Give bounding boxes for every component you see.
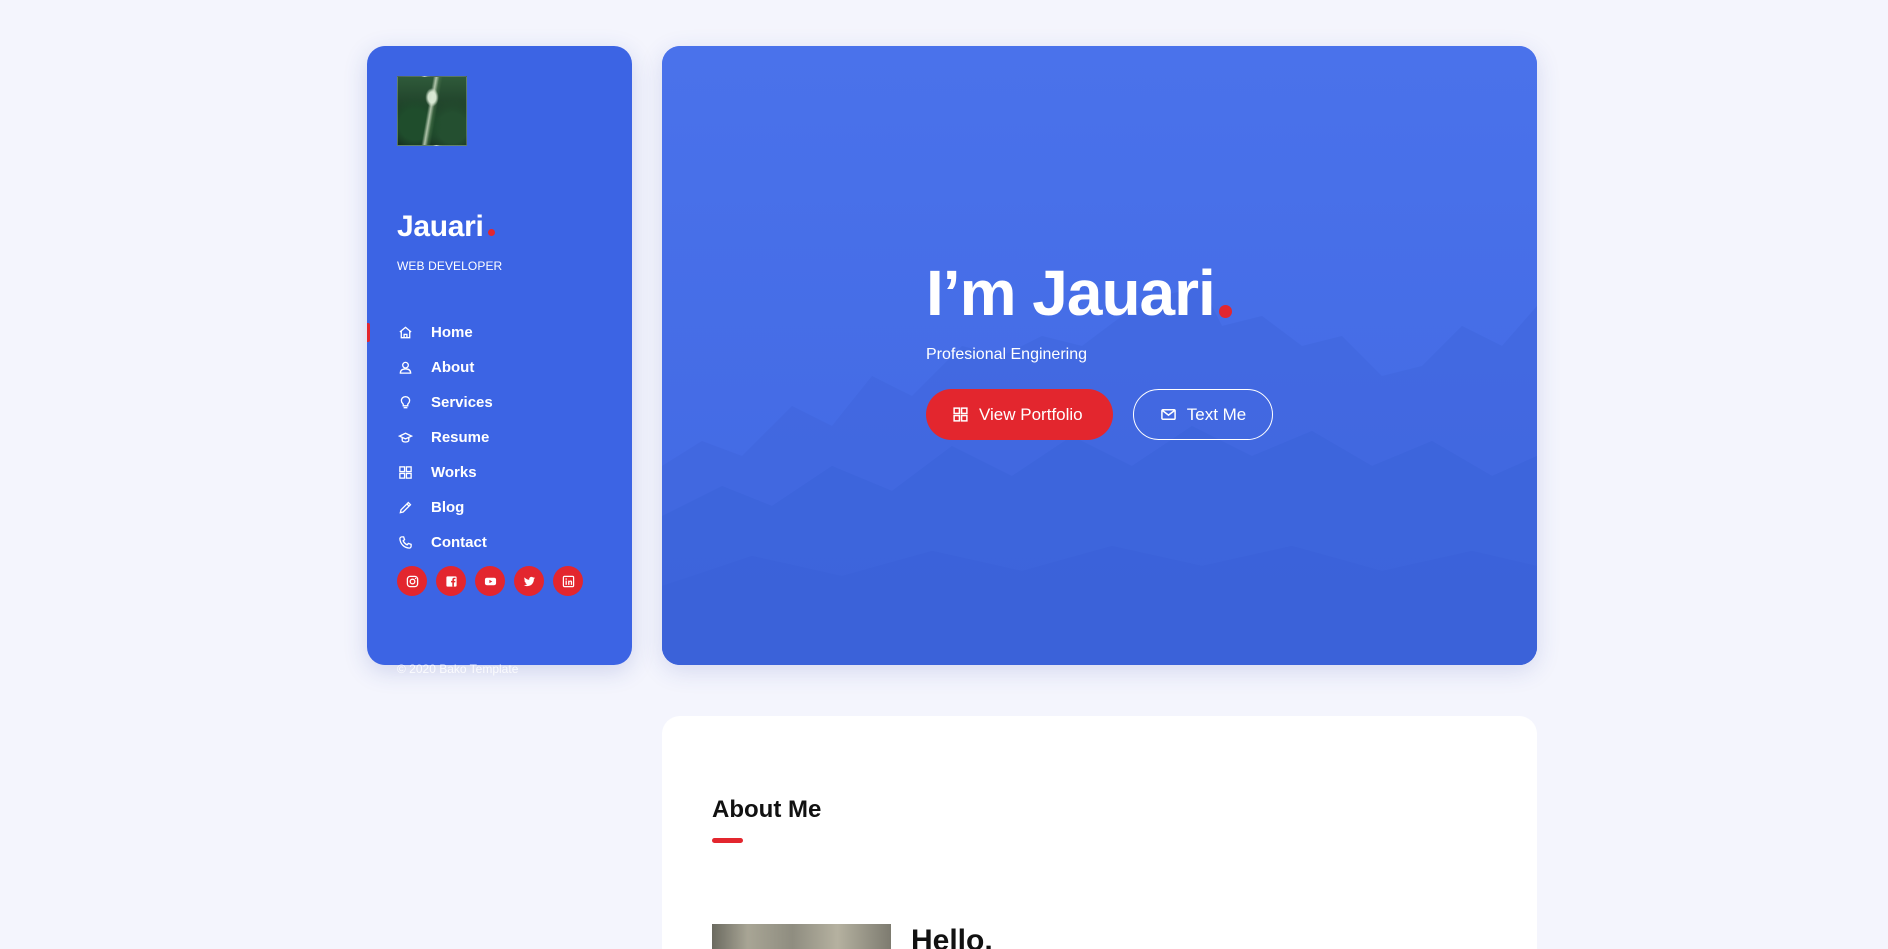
grid-icon	[397, 465, 413, 481]
lightbulb-icon	[397, 395, 413, 411]
sidebar-item-label: Services	[431, 394, 493, 411]
brand-logo[interactable]: Jauari	[397, 212, 495, 242]
social-links	[397, 566, 583, 596]
copyright-text: © 2020 Bako Template	[397, 662, 519, 676]
sidebar-nav: Home About Services Resume Works Blog Co…	[367, 315, 632, 560]
about-photo	[712, 924, 891, 949]
sidebar-item-blog[interactable]: Blog	[367, 490, 632, 525]
sidebar-item-label: Home	[431, 324, 473, 341]
hero-content: I’m Jauari Profesional Enginering View P…	[926, 261, 1273, 440]
text-me-label: Text Me	[1186, 404, 1247, 424]
brand-role: WEB DEVELOPER	[397, 259, 503, 273]
text-me-button[interactable]: Text Me	[1133, 389, 1273, 440]
instagram-icon	[406, 575, 418, 587]
linkedin-link[interactable]	[553, 566, 583, 596]
brand-dot	[487, 229, 495, 236]
about-title: About Me	[712, 796, 822, 823]
sidebar-item-contact[interactable]: Contact	[367, 525, 632, 560]
hero-title: I’m Jauari	[926, 261, 1273, 325]
twitter-icon	[523, 576, 535, 586]
graduation-cap-icon	[397, 430, 413, 446]
sidebar-item-label: Works	[431, 464, 477, 481]
youtube-link[interactable]	[475, 566, 505, 596]
sidebar-item-services[interactable]: Services	[367, 385, 632, 420]
sidebar-item-label: About	[431, 359, 475, 376]
hero-subtitle: Profesional Enginering	[926, 346, 1087, 363]
sidebar-item-label: Blog	[431, 499, 465, 516]
sidebar-item-label: Contact	[431, 534, 487, 551]
hero-section: I’m Jauari Profesional Enginering View P…	[662, 46, 1537, 665]
home-icon	[397, 325, 413, 341]
linkedin-icon	[562, 575, 574, 587]
sidebar-item-works[interactable]: Works	[367, 455, 632, 490]
youtube-icon	[484, 577, 496, 585]
hero-buttons: View Portfolio Text Me	[926, 389, 1273, 440]
about-title-underline	[712, 838, 743, 843]
avatar	[397, 76, 467, 146]
sidebar-item-home[interactable]: Home	[367, 315, 632, 350]
pencil-icon	[397, 500, 413, 516]
facebook-link[interactable]	[436, 566, 466, 596]
sidebar: Jauari WEB DEVELOPER Home About Services	[367, 46, 632, 676]
view-portfolio-button[interactable]: View Portfolio	[926, 389, 1113, 440]
about-section: About Me Hello,	[662, 716, 1537, 949]
instagram-link[interactable]	[397, 566, 427, 596]
view-portfolio-label: View Portfolio	[979, 404, 1083, 424]
envelope-icon	[1160, 408, 1176, 421]
user-icon	[397, 360, 413, 376]
brand-name: Jauari	[397, 210, 484, 243]
sidebar-item-label: Resume	[431, 429, 490, 446]
phone-icon	[397, 535, 413, 551]
hero-title-dot	[1218, 305, 1232, 318]
twitter-link[interactable]	[514, 566, 544, 596]
grid-icon	[953, 407, 968, 422]
sidebar-item-resume[interactable]: Resume	[367, 420, 632, 455]
about-greeting: Hello,	[911, 924, 993, 949]
hero-title-text: I’m Jauari	[926, 257, 1216, 329]
sidebar-item-about[interactable]: About	[367, 350, 632, 385]
facebook-icon	[445, 575, 457, 587]
